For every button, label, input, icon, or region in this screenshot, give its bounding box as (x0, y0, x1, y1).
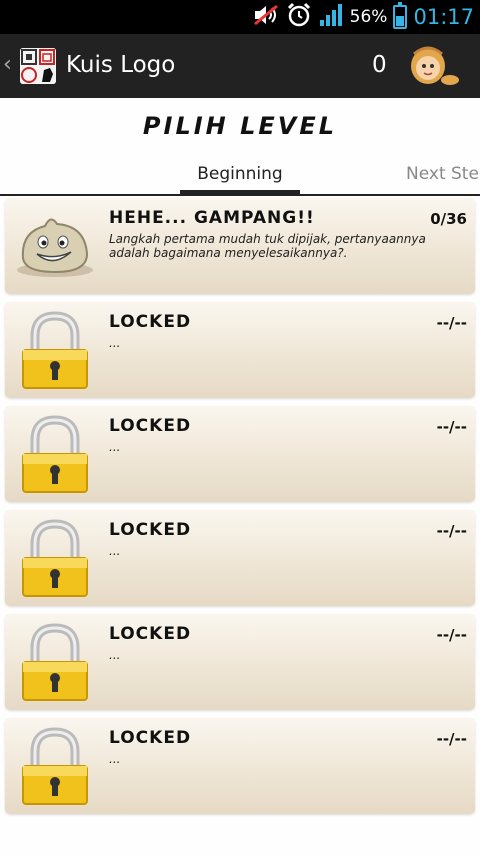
mute-icon (252, 3, 280, 31)
tab-next-step[interactable]: Next Step (406, 164, 480, 184)
status-icons: 56% 01:17 (252, 0, 474, 34)
level-description: ... (109, 752, 121, 766)
signal-icon (318, 2, 344, 32)
level-description: Langkah pertama mudah tuk dipijak, perta… (109, 232, 426, 260)
back-chevron-icon[interactable]: ‹ (3, 52, 12, 78)
level-description: ... (109, 336, 121, 350)
app-title: Kuis Logo (66, 52, 176, 78)
battery-icon (393, 2, 408, 29)
padlock-icon (15, 412, 95, 496)
level-score: --/-- (436, 626, 467, 644)
padlock-icon (15, 516, 95, 600)
app-logo-icon[interactable] (20, 48, 56, 84)
tab-selected-indicator (180, 190, 300, 194)
level-description: ... (109, 648, 121, 662)
level-tabs: Beginning Next Step (0, 156, 480, 196)
score-counter: 0 (372, 52, 387, 78)
level-score: --/-- (436, 522, 467, 540)
level-description: ... (109, 440, 121, 454)
padlock-icon (15, 620, 95, 704)
level-title: LOCKED (109, 728, 192, 748)
action-bar: ‹ Kuis Logo 0 (0, 34, 480, 98)
level-title: HEHE... GAMPANG!! (109, 208, 315, 228)
alarm-icon (286, 2, 312, 32)
level-title: LOCKED (109, 520, 192, 540)
level-card[interactable]: LOCKED --/-- ... (5, 302, 475, 398)
level-score: 0/36 (430, 210, 467, 228)
level-title: LOCKED (109, 416, 192, 436)
level-score: --/-- (436, 314, 467, 332)
status-bar: 56% 01:17 (0, 0, 480, 34)
level-card[interactable]: LOCKED --/-- ... (5, 510, 475, 606)
level-title: LOCKED (109, 624, 192, 644)
level-score: --/-- (436, 730, 467, 748)
level-card[interactable]: LOCKED --/-- ... (5, 718, 475, 814)
avatar-icon[interactable] (408, 44, 460, 90)
tab-beginning[interactable]: Beginning (180, 164, 300, 184)
smiling-blob-icon (15, 204, 95, 288)
battery-percent: 56% (349, 7, 388, 27)
level-score: --/-- (436, 418, 467, 436)
level-title: LOCKED (109, 312, 192, 332)
level-card[interactable]: LOCKED --/-- ... (5, 614, 475, 710)
level-card[interactable]: LOCKED --/-- ... (5, 406, 475, 502)
padlock-icon (15, 724, 95, 808)
clock-time: 01:17 (413, 5, 474, 29)
level-card[interactable]: HEHE... GAMPANG!! 0/36 Langkah pertama m… (5, 198, 475, 294)
level-description: ... (109, 544, 121, 558)
page-title: PILIH LEVEL (142, 112, 338, 140)
padlock-icon (15, 308, 95, 392)
